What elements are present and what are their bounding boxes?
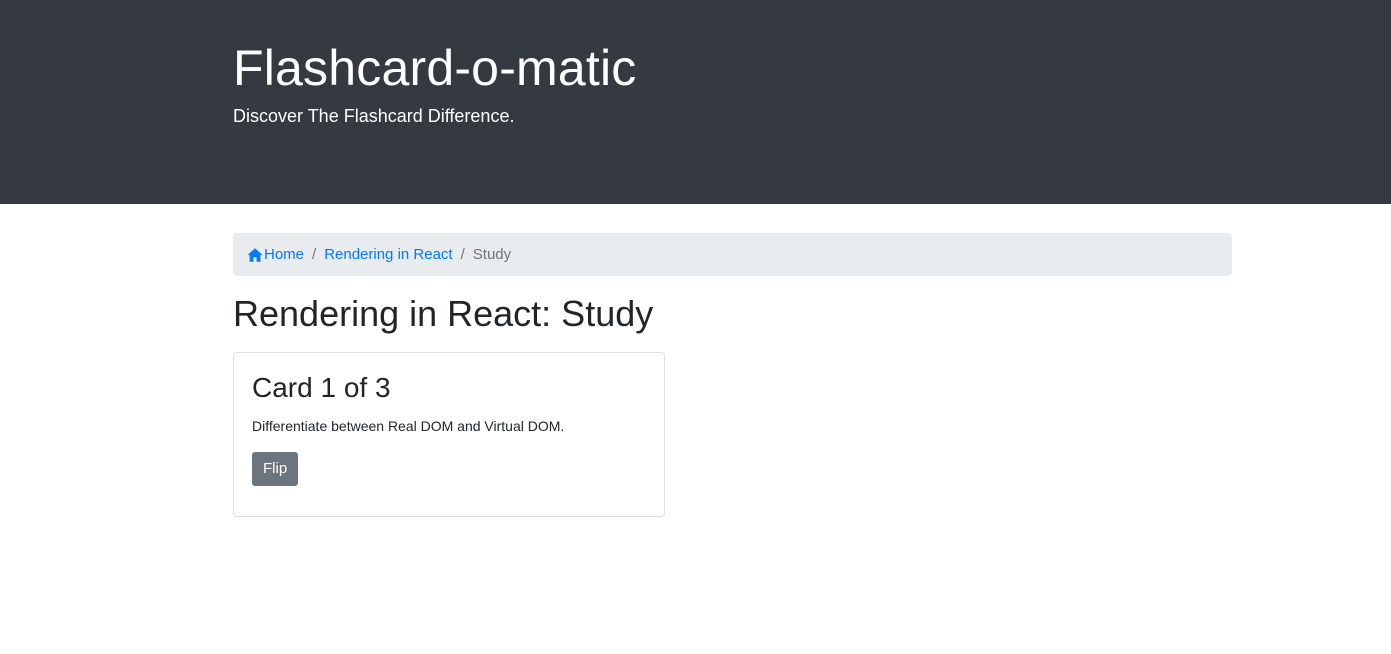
app-subtitle: Discover The Flashcard Difference.	[233, 106, 515, 126]
breadcrumb-deck-link[interactable]: Rendering in React	[324, 246, 452, 263]
breadcrumb-item-deck: / Rendering in React	[304, 246, 453, 263]
header-content: Flashcard-o-matic Discover The Flashcard…	[233, 38, 637, 129]
app-title: Flashcard-o-matic	[233, 40, 637, 96]
main-content: Home / Rendering in React / Study Render…	[233, 233, 1232, 517]
home-icon	[247, 247, 263, 263]
breadcrumb-nav: Home / Rendering in React / Study	[233, 233, 1232, 276]
app-header: Flashcard-o-matic Discover The Flashcard…	[0, 0, 1391, 204]
breadcrumb-separator: /	[312, 246, 317, 263]
card-front-text: Differentiate between Real DOM and Virtu…	[252, 418, 565, 434]
breadcrumb-home-label: Home	[264, 246, 305, 263]
study-card: Card 1 of 3 Differentiate between Real D…	[233, 352, 665, 517]
breadcrumb-home-link[interactable]: Home	[247, 246, 304, 263]
page-title: Rendering in React: Study	[233, 293, 654, 334]
breadcrumb-item-study: / Study	[453, 246, 512, 263]
breadcrumb: Home / Rendering in React / Study	[233, 233, 1232, 276]
breadcrumb-item-home: Home	[247, 246, 304, 263]
breadcrumb-separator: /	[460, 246, 465, 263]
breadcrumb-current: Study	[472, 246, 512, 263]
card-title: Card 1 of 3	[252, 372, 391, 403]
flip-button[interactable]: Flip	[252, 452, 299, 486]
